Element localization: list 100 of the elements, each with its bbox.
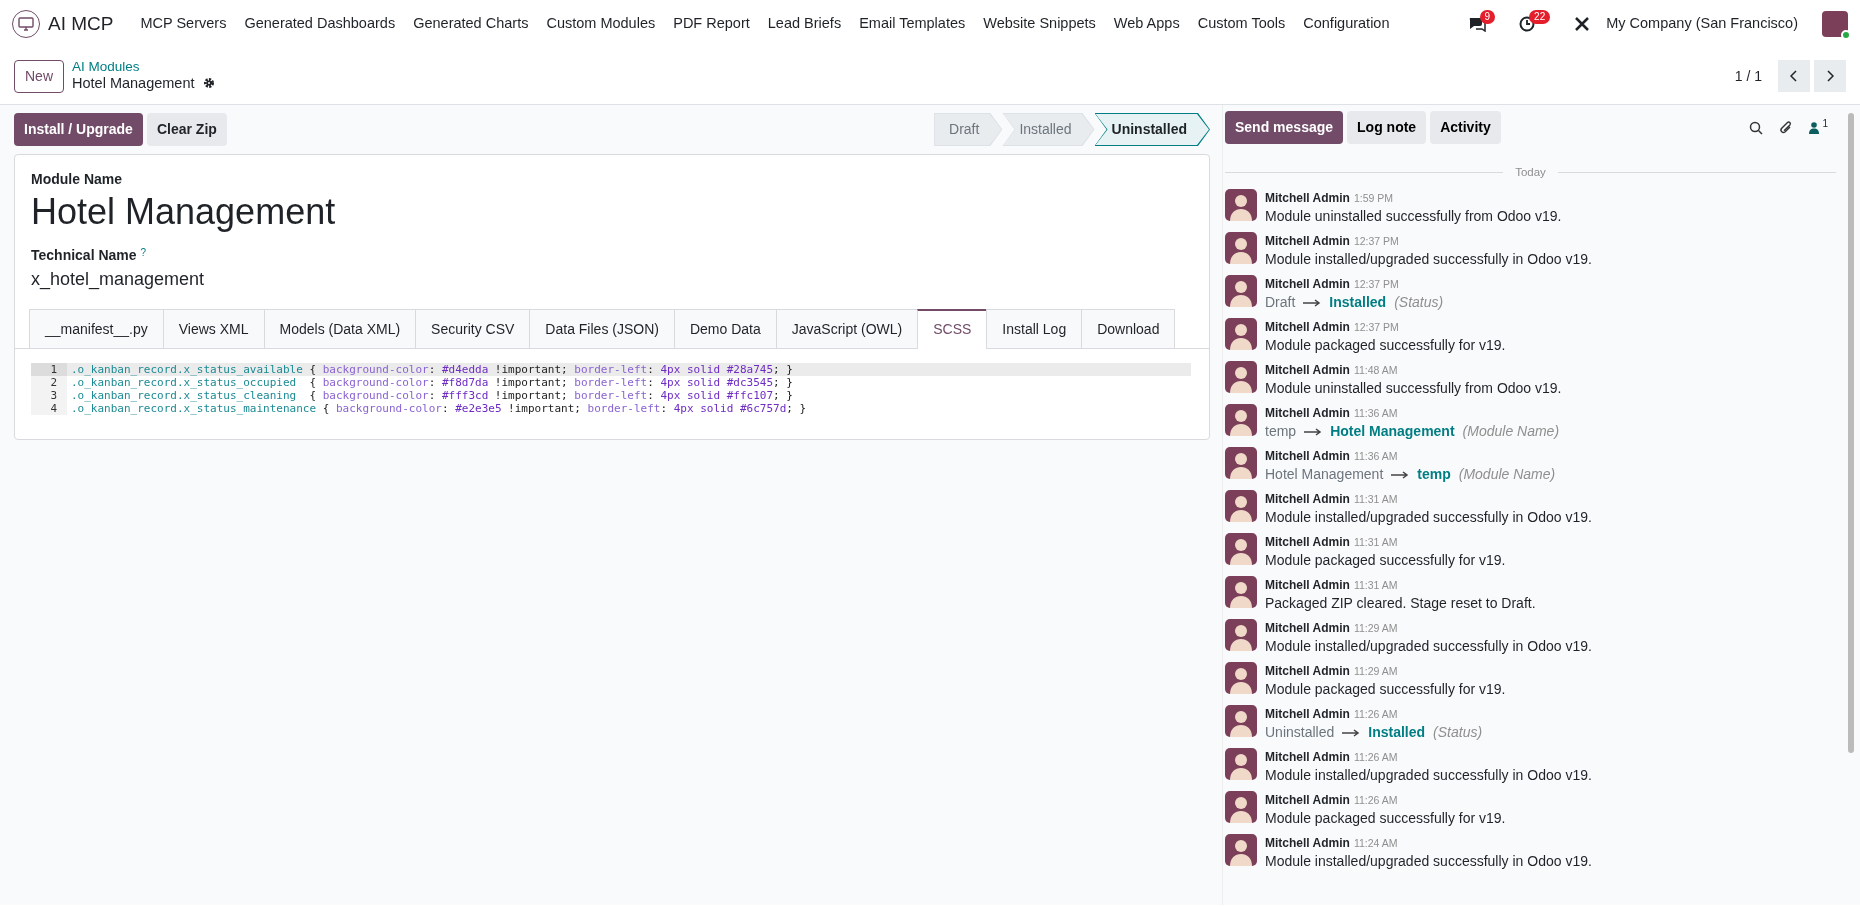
message-time: 11:36 AM bbox=[1353, 406, 1398, 422]
message-author[interactable]: Mitchell Admin bbox=[1265, 834, 1350, 853]
message-author[interactable]: Mitchell Admin bbox=[1265, 533, 1350, 552]
clear-button[interactable]: Clear Zip bbox=[146, 113, 227, 146]
chatter-button[interactable]: Activity bbox=[1430, 111, 1501, 144]
chevron-left-icon bbox=[1790, 70, 1798, 82]
status-stage[interactable]: Uninstalled bbox=[1095, 114, 1209, 145]
old-value: Draft bbox=[1265, 293, 1296, 313]
message-time: 11:26 AM bbox=[1353, 793, 1398, 809]
code-line: 4 .o_kanban_record.x_status_maintenance { background-color: #e2e3e5 !important; border-left: 4px solid #6c757d; } bbox=[31, 402, 1191, 416]
message-body: Module packaged successfully for v19. bbox=[1265, 551, 1506, 571]
menu-item[interactable]: Lead Briefs bbox=[758, 13, 851, 35]
old-value: Hotel Management bbox=[1265, 465, 1384, 485]
message-body: Module packaged successfully for v19. bbox=[1265, 680, 1506, 700]
menu-item[interactable]: Custom Modules bbox=[537, 13, 665, 35]
avatar-silhouette-icon bbox=[1225, 576, 1257, 609]
clock-icon[interactable] bbox=[1519, 16, 1536, 32]
help-tooltip-mark[interactable]: ? bbox=[140, 245, 147, 267]
changed-field: (Status) bbox=[1394, 293, 1444, 313]
settings-icon[interactable] bbox=[202, 77, 215, 90]
code-tab[interactable]: JavaScript (OWL) bbox=[775, 309, 919, 349]
message-author[interactable]: Mitchell Admin bbox=[1265, 189, 1350, 208]
scrollbar[interactable] bbox=[1848, 113, 1854, 753]
message-author[interactable]: Mitchell Admin bbox=[1265, 748, 1350, 767]
message-body: Module installed/upgraded successfully in Odoo v19. bbox=[1265, 852, 1592, 872]
message-author[interactable]: Mitchell Admin bbox=[1265, 361, 1350, 380]
code-tab[interactable]: Models (Data XML) bbox=[263, 309, 417, 349]
code-tab[interactable]: Demo Data bbox=[673, 309, 777, 349]
message-author[interactable]: Mitchell Admin bbox=[1265, 490, 1350, 509]
message-author[interactable]: Mitchell Admin bbox=[1265, 318, 1350, 337]
menu-item[interactable]: Generated Charts bbox=[404, 13, 538, 35]
message-time: 11:24 AM bbox=[1353, 836, 1398, 852]
code-tab[interactable]: Security CSV bbox=[415, 309, 531, 349]
message-author[interactable]: Mitchell Admin bbox=[1265, 662, 1350, 681]
new-value: temp bbox=[1417, 465, 1451, 485]
code-tab[interactable]: SCSS bbox=[917, 309, 988, 350]
arrow-icon bbox=[1342, 728, 1361, 737]
previous-button[interactable] bbox=[1778, 60, 1810, 92]
message-author[interactable]: Mitchell Admin bbox=[1265, 791, 1350, 810]
install-button[interactable]: Install / Upgrade bbox=[14, 113, 143, 146]
old-value: temp bbox=[1265, 422, 1297, 442]
menu-item[interactable]: Configuration bbox=[1294, 13, 1399, 35]
message-time: 11:31 AM bbox=[1353, 492, 1398, 508]
arrow-icon bbox=[1304, 427, 1323, 436]
date-separator: Today bbox=[1514, 165, 1547, 180]
message-time: 12:37 PM bbox=[1353, 320, 1399, 336]
code-tab[interactable]: Data Files (JSON) bbox=[529, 309, 675, 349]
menu-item[interactable]: Email Templates bbox=[850, 13, 975, 35]
avatar-silhouette-icon bbox=[1225, 361, 1257, 394]
code-tab[interactable]: Download bbox=[1081, 309, 1176, 349]
company-switcher[interactable]: My Company (San Francisco) bbox=[1606, 13, 1798, 35]
message-author[interactable]: Mitchell Admin bbox=[1265, 275, 1350, 294]
message-time: 11:31 AM bbox=[1353, 535, 1398, 551]
code-tab[interactable]: __manifest__.py bbox=[29, 309, 164, 349]
breadcrumb-link[interactable]: AI Modules bbox=[72, 59, 215, 75]
next-button[interactable] bbox=[1814, 60, 1846, 92]
message-author[interactable]: Mitchell Admin bbox=[1265, 619, 1350, 638]
changed-field: (Status) bbox=[1433, 723, 1483, 743]
code-line: 3 .o_kanban_record.x_status_cleaning { background-color: #fff3cd !important; border-left: 4px solid #ffc107; } bbox=[31, 389, 1191, 403]
chatter-button[interactable]: Send message bbox=[1225, 111, 1344, 144]
chatter-button[interactable]: Log note bbox=[1347, 111, 1427, 144]
avatar-silhouette-icon bbox=[1225, 834, 1257, 867]
code-tab[interactable]: Views XML bbox=[162, 309, 265, 349]
message-count-badge: 9 bbox=[1479, 10, 1496, 24]
module-name-value: Hotel Management bbox=[31, 190, 337, 234]
message-author[interactable]: Mitchell Admin bbox=[1265, 576, 1350, 595]
message-body: Module installed/upgraded successfully in Odoo v19. bbox=[1265, 637, 1592, 657]
new-value: Hotel Management bbox=[1330, 422, 1455, 442]
new-value: Installed bbox=[1368, 723, 1426, 743]
field-label: Technical Name bbox=[31, 246, 137, 266]
chat-icon[interactable] bbox=[1467, 16, 1486, 32]
menu-item[interactable]: Web Apps bbox=[1104, 13, 1189, 35]
code-tab[interactable]: Install Log bbox=[986, 309, 1083, 349]
message-author[interactable]: Mitchell Admin bbox=[1265, 404, 1350, 423]
message-body: Module packaged successfully for v19. bbox=[1265, 336, 1506, 356]
search-icon[interactable] bbox=[1749, 120, 1764, 135]
message-author[interactable]: Mitchell Admin bbox=[1265, 705, 1350, 724]
status-stage[interactable]: Installed bbox=[1003, 114, 1094, 145]
message-time: 12:37 PM bbox=[1353, 277, 1399, 293]
menu-item[interactable]: PDF Report bbox=[664, 13, 759, 35]
user-avatar[interactable] bbox=[1822, 11, 1848, 37]
menu-item[interactable]: Custom Tools bbox=[1188, 13, 1295, 35]
pager-value[interactable]: 1 / 1 bbox=[1734, 65, 1762, 87]
avatar-silhouette-icon bbox=[1225, 275, 1257, 308]
avatar-silhouette-icon bbox=[1225, 705, 1257, 738]
avatar-silhouette-icon bbox=[1225, 791, 1257, 824]
menu-item[interactable]: Website Snippets bbox=[974, 13, 1105, 35]
paperclip-icon[interactable] bbox=[1779, 119, 1794, 136]
followers-button[interactable]: 1 bbox=[1809, 121, 1828, 134]
message-author[interactable]: Mitchell Admin bbox=[1265, 447, 1350, 466]
message-author[interactable]: Mitchell Admin bbox=[1265, 232, 1350, 251]
avatar-silhouette-icon bbox=[1225, 662, 1257, 695]
app-name[interactable]: AI MCP bbox=[48, 9, 114, 39]
technical-name-value: x_hotel_management bbox=[31, 268, 206, 292]
avatar-silhouette-icon bbox=[1225, 533, 1257, 566]
new-button[interactable]: New bbox=[14, 59, 64, 93]
menu-item[interactable]: MCP Servers bbox=[131, 13, 236, 35]
status-stage[interactable]: Draft bbox=[935, 114, 1002, 145]
menu-item[interactable]: Generated Dashboards bbox=[235, 13, 405, 35]
arrow-icon bbox=[1303, 298, 1322, 307]
